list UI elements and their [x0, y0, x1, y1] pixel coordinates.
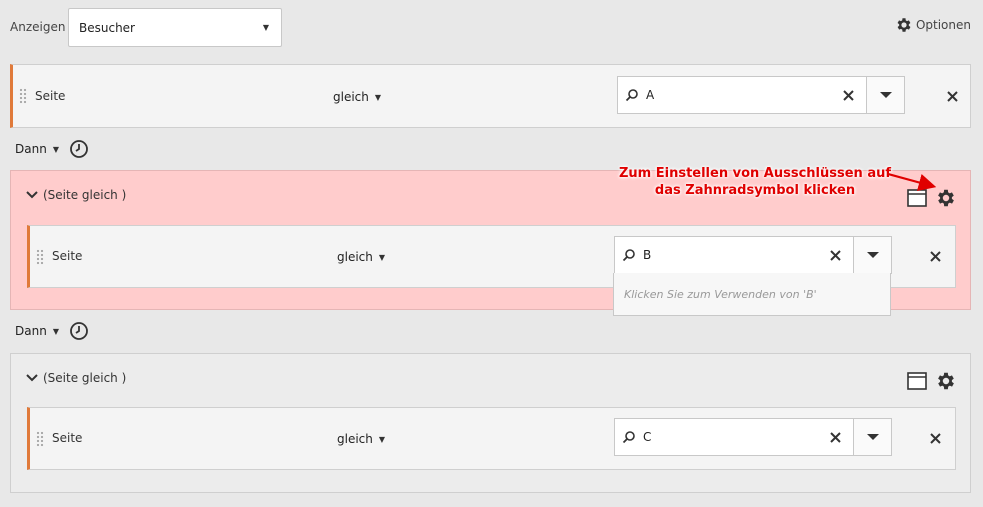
operator-label: gleich: [337, 250, 373, 264]
operator-label: gleich: [337, 432, 373, 446]
caret-down-icon: ▼: [378, 434, 386, 444]
caret-down-icon: ▼: [262, 23, 269, 32]
show-label: Anzeigen: [10, 20, 66, 34]
suggestion-item[interactable]: Klicken Sie zum Verwenden von 'B': [613, 273, 891, 316]
rule-row: Seite gleich ▼ A: [10, 64, 971, 128]
close-icon[interactable]: [830, 77, 866, 113]
search-icon: [615, 237, 643, 273]
show-select-value: Besucher: [79, 20, 135, 35]
clock-icon[interactable]: [69, 321, 89, 341]
value-dropdown-button[interactable]: [853, 419, 891, 455]
value-search-field[interactable]: A: [617, 76, 905, 114]
container-title: (Seite gleich ): [43, 371, 127, 385]
annotation-line-1: Zum Einstellen von Ausschlüssen auf: [618, 166, 892, 181]
options-label: Optionen: [915, 18, 971, 32]
close-icon[interactable]: [817, 237, 853, 273]
rule-dimension: Seite: [52, 431, 83, 445]
close-icon[interactable]: [817, 419, 853, 455]
show-select[interactable]: Besucher ▼: [68, 8, 282, 47]
triangle-down-icon: [879, 92, 892, 98]
rule-dimension: Seite: [52, 249, 83, 263]
operator-dropdown[interactable]: gleich ▼: [333, 90, 381, 104]
operator-label: gleich: [333, 90, 369, 104]
value-search-field[interactable]: C: [614, 418, 892, 456]
search-value: C: [643, 430, 652, 444]
search-value: A: [646, 88, 655, 102]
chevron-down-icon: [26, 374, 38, 382]
rule-dimension: Seite: [35, 89, 66, 103]
search-icon: [618, 77, 646, 113]
caret-down-icon: ▼: [378, 252, 386, 262]
rule-row: Seite gleich ▼ C: [27, 407, 956, 470]
triangle-down-icon: [866, 434, 879, 440]
value-dropdown-button[interactable]: [853, 237, 891, 273]
value-search-field[interactable]: B: [614, 236, 892, 274]
clock-icon[interactable]: [69, 139, 89, 159]
triangle-down-icon: [866, 252, 879, 258]
caret-down-icon[interactable]: ▼: [53, 327, 59, 336]
arrow-icon: [887, 172, 937, 192]
container-title: (Seite gleich ): [43, 188, 127, 202]
sequence-container: (Seite gleich ) Seite gleich ▼ C: [10, 353, 971, 493]
operator-dropdown[interactable]: gleich ▼: [337, 250, 385, 264]
value-dropdown-button[interactable]: [866, 77, 904, 113]
search-icon: [615, 419, 643, 455]
chevron-down-icon: [26, 191, 38, 199]
drag-handle-icon[interactable]: [36, 248, 44, 265]
annotation-callout: Zum Einstellen von Ausschlüssen auf das …: [600, 165, 910, 199]
drag-handle-icon[interactable]: [19, 88, 27, 104]
window-icon[interactable]: [907, 372, 927, 390]
drag-handle-icon[interactable]: [36, 430, 44, 447]
then-row: Dann ▼: [15, 321, 89, 341]
gear-icon: [897, 18, 911, 32]
container-toggle[interactable]: (Seite gleich ): [25, 188, 126, 202]
remove-icon[interactable]: [930, 251, 941, 265]
then-dropdown[interactable]: Dann: [15, 324, 47, 338]
caret-down-icon: ▼: [374, 92, 382, 102]
options-button[interactable]: Optionen: [895, 16, 971, 34]
suggestion-text: Klicken Sie zum Verwenden von 'B': [624, 287, 817, 301]
then-dropdown[interactable]: Dann: [15, 142, 47, 156]
caret-down-icon[interactable]: ▼: [53, 145, 59, 154]
remove-icon[interactable]: [947, 91, 958, 105]
container-toggle[interactable]: (Seite gleich ): [25, 371, 126, 385]
search-value: B: [643, 248, 652, 262]
annotation-line-2: das Zahnradsymbol klicken: [654, 183, 856, 198]
operator-dropdown[interactable]: gleich ▼: [337, 432, 385, 446]
remove-icon[interactable]: [930, 433, 941, 447]
gear-icon[interactable]: [935, 370, 957, 392]
then-row: Dann ▼: [15, 139, 89, 159]
